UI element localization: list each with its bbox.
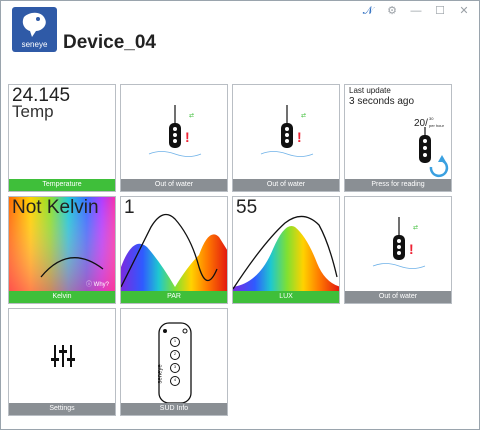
settings-label: Settings: [9, 403, 115, 415]
last-update-label: Last update: [349, 86, 391, 95]
svg-text:⇄: ⇄: [189, 112, 194, 119]
kelvin-why-text: Why?: [93, 282, 109, 288]
par-label: PAR: [121, 291, 227, 303]
lux-value: 55: [236, 197, 258, 218]
probe-out-of-water-icon: ! ⇄: [260, 105, 314, 157]
kelvin-value: Not Kelvin: [12, 197, 99, 218]
svg-text:!: !: [409, 241, 414, 257]
settings-icon[interactable]: ⚙: [385, 5, 399, 17]
app-window: 𝒩 ⚙ — ☐ ✕ seneye Device_04 24.145 Temp T…: [0, 0, 480, 430]
seneye-logo: seneye: [12, 7, 57, 52]
out-of-water-label-2: Out of water: [233, 179, 339, 191]
tile-out-of-water-1[interactable]: ! ⇄ Out of water: [120, 84, 228, 192]
kelvin-why-link[interactable]: ⓘ Why?: [86, 279, 109, 288]
tile-par[interactable]: 1 PAR: [120, 196, 228, 304]
par-value: 1: [124, 197, 135, 218]
tile-out-of-water-2[interactable]: ! ⇄ Out of water: [232, 84, 340, 192]
svg-text:⇄: ⇄: [301, 112, 306, 119]
tile-temperature[interactable]: 24.145 Temp Temperature: [8, 84, 116, 192]
lux-label: LUX: [233, 291, 339, 303]
kelvin-label: Kelvin: [9, 291, 115, 303]
out-of-water-label-3: Out of water: [345, 291, 451, 303]
sud-info-label: SUD Info: [121, 403, 227, 415]
out-of-water-label-1: Out of water: [121, 179, 227, 191]
reading-rate-max: 30: [429, 116, 434, 121]
tile-lux[interactable]: 55 LUX: [232, 196, 340, 304]
logo-text: seneye: [21, 40, 48, 49]
titlebar-controls: 𝒩 ⚙ — ☐ ✕: [361, 5, 471, 17]
probe-out-of-water-icon: ! ⇄: [148, 105, 202, 157]
device-button-4: 4: [173, 377, 177, 382]
tile-kelvin[interactable]: Not Kelvin ⓘ Why? Kelvin: [8, 196, 116, 304]
device-button-1: 1: [173, 338, 177, 343]
maximize-button[interactable]: ☐: [433, 5, 447, 17]
press-for-reading-label: Press for reading: [345, 179, 451, 191]
reading-rate-unit: per hour: [429, 123, 444, 128]
temperature-label: Temperature: [9, 179, 115, 191]
tile-out-of-water-3[interactable]: ! ⇄ Out of water: [344, 196, 452, 304]
minimize-button[interactable]: —: [409, 5, 423, 17]
device-button-3: 3: [173, 364, 177, 369]
seneye-device-icon: [158, 322, 192, 404]
temperature-unit: Temp: [12, 102, 54, 121]
tile-sud-info[interactable]: 1 2 3 4 seneye SUD Info: [120, 308, 228, 416]
close-button[interactable]: ✕: [457, 5, 471, 17]
device-brand-text: seneye: [157, 364, 164, 384]
probe-out-of-water-icon: ! ⇄: [372, 217, 426, 269]
svg-text:⇄: ⇄: [413, 224, 418, 231]
bird-icon: [22, 12, 46, 38]
tile-settings[interactable]: Settings: [8, 308, 116, 416]
svg-text:!: !: [185, 129, 190, 145]
last-update-value: 3 seconds ago: [349, 96, 415, 107]
reading-rate-value: 20/: [414, 118, 428, 129]
svg-text:!: !: [297, 129, 302, 145]
sliders-icon: [51, 345, 75, 367]
tile-press-for-reading[interactable]: Last update 3 seconds ago 20/ 30 per hou…: [344, 84, 452, 192]
help-icon: ⓘ: [85, 282, 92, 288]
device-title: Device_04: [63, 32, 156, 53]
app-icon[interactable]: 𝒩: [361, 5, 375, 17]
device-button-2: 2: [173, 351, 177, 356]
par-spectrum-graph: [121, 213, 227, 293]
